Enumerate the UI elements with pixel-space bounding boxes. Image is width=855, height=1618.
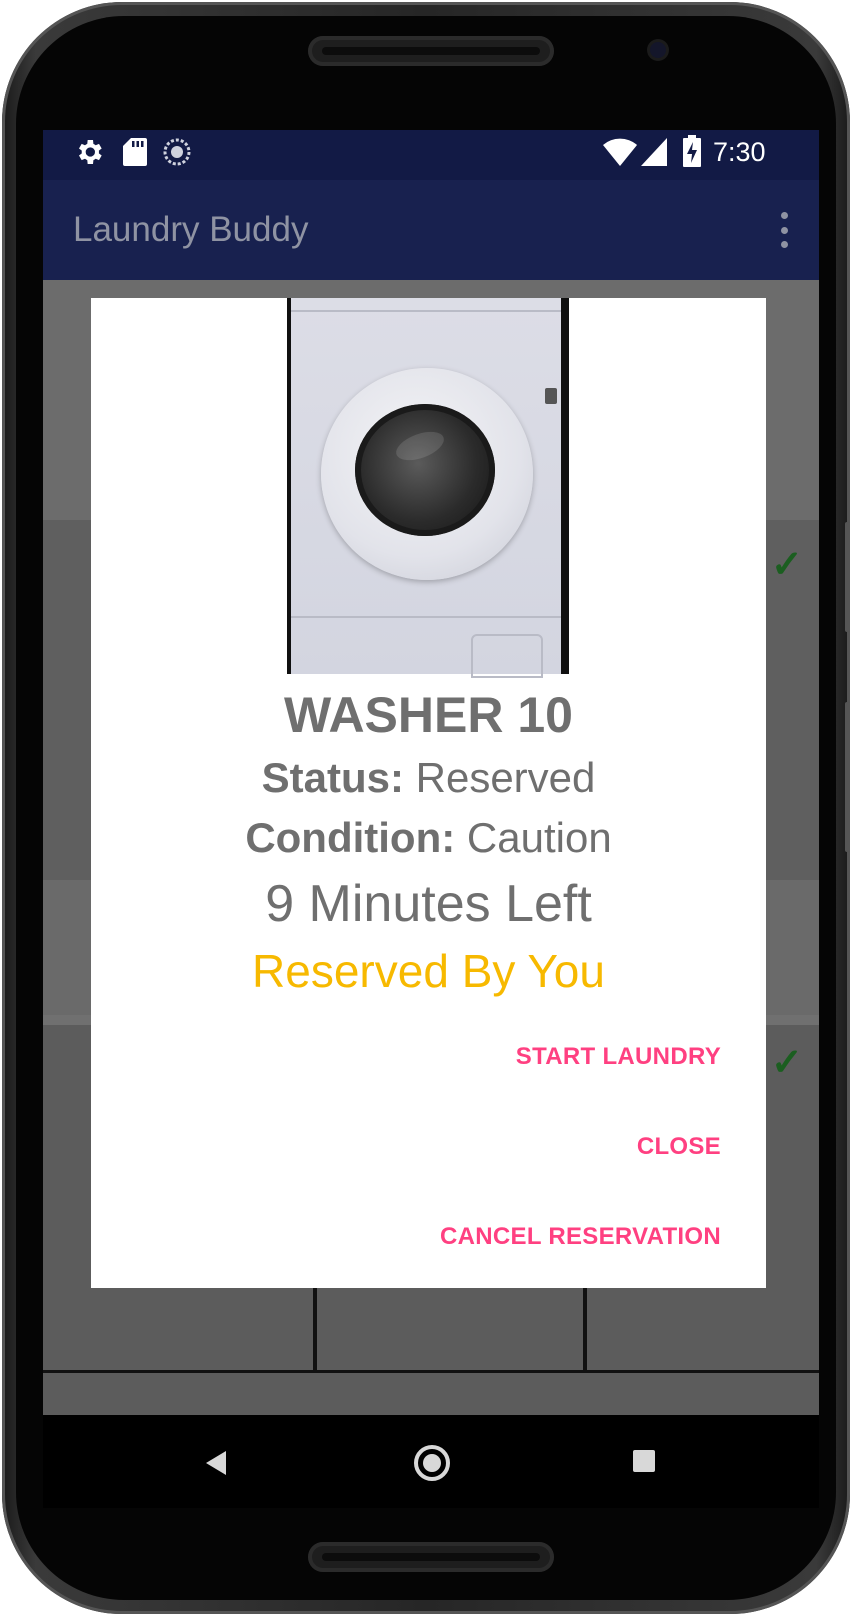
- start-laundry-button[interactable]: START LAUNDRY: [516, 1043, 721, 1071]
- status-value: Reserved: [415, 754, 596, 801]
- sd-card-icon: [123, 138, 147, 171]
- status-label: Status:: [261, 754, 404, 801]
- washer-image: [287, 298, 569, 678]
- gear-icon: [73, 136, 105, 173]
- volume-button: [845, 522, 850, 632]
- status-bar: 7:30: [43, 130, 819, 180]
- cancel-reservation-button[interactable]: CANCEL RESERVATION: [440, 1223, 721, 1251]
- condition-label: Condition:: [245, 814, 456, 861]
- app-bar: Laundry Buddy: [43, 180, 819, 280]
- time-left: 9 Minutes Left: [265, 875, 592, 933]
- signal-icon: [641, 138, 667, 171]
- home-icon[interactable]: [414, 1445, 450, 1481]
- condition-row: Condition: Caution: [91, 814, 766, 862]
- status-row: Status: Reserved: [91, 754, 766, 802]
- machine-name: WASHER 10: [284, 687, 573, 743]
- back-icon[interactable]: [206, 1451, 226, 1475]
- more-vert-icon[interactable]: [781, 212, 789, 248]
- recents-icon[interactable]: [633, 1450, 655, 1472]
- reserved-by-you: Reserved By You: [252, 945, 605, 997]
- machine-details-dialog: WASHER 10 Status: Reserved Condition: Ca…: [91, 298, 766, 1288]
- available-check-icon: ✓: [771, 544, 803, 586]
- battery-charging-icon: [683, 135, 701, 172]
- power-button: [845, 702, 850, 852]
- washer-door: [321, 368, 533, 580]
- app-title: Laundry Buddy: [73, 210, 309, 249]
- bottom-speaker: [308, 1542, 554, 1572]
- condition-value: Caution: [466, 814, 612, 861]
- front-camera: [650, 42, 666, 58]
- phone-frame: 7:30 Laundry Buddy ✓ ✓ WASHER 10 Status:…: [2, 2, 850, 1614]
- sync-icon: [163, 138, 191, 171]
- washer-badge: [545, 388, 557, 404]
- clock: 7:30: [713, 137, 766, 167]
- navigation-bar: [43, 1415, 819, 1508]
- top-speaker: [308, 36, 554, 66]
- available-check-icon: ✓: [771, 1042, 803, 1084]
- close-button[interactable]: CLOSE: [637, 1133, 721, 1161]
- wifi-icon: [603, 138, 637, 171]
